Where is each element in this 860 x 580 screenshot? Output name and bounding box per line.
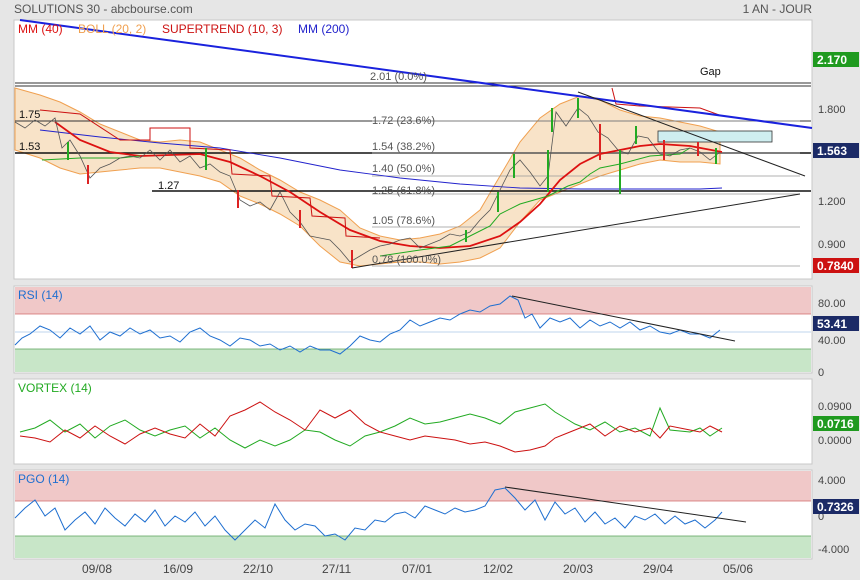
y-tick: 1.200 [818, 196, 846, 208]
y-tick: 0.900 [818, 239, 846, 251]
fib-label: 2.01 (0.0%) [370, 71, 427, 83]
rsi-oversold-zone [15, 349, 811, 372]
y-tick: -4.000 [818, 544, 849, 556]
y-tick: 0.0900 [818, 401, 852, 413]
vortex-panel [13, 378, 813, 465]
chart-canvas: 1.800 1.200 0.900 80.00 40.00 0 0.0900 0… [13, 19, 859, 576]
x-tick: 12/02 [483, 562, 513, 576]
legend-boll: BOLL (20, 2) [78, 22, 146, 36]
x-tick: 05/06 [723, 562, 753, 576]
legend-ma40: MM (40) [18, 22, 63, 36]
vortex-title: VORTEX (14) [18, 381, 92, 395]
rsi-value: 53.41 [817, 317, 847, 331]
current-price: 1.563 [817, 144, 847, 158]
legend-ma200: MM (200) [298, 22, 349, 36]
rsi-title: RSI (14) [18, 288, 63, 302]
y-tick: 40.00 [818, 335, 846, 347]
x-tick: 27/11 [322, 562, 351, 576]
max-value: 2.170 [817, 53, 847, 67]
pgo-title: PGO (14) [18, 472, 69, 486]
x-tick: 16/09 [163, 562, 193, 576]
vortex-value: 0.0716 [817, 417, 854, 431]
x-tick: 22/10 [243, 562, 273, 576]
x-tick: 07/01 [402, 562, 432, 576]
rsi-overbought-zone [15, 287, 811, 314]
fib-label: 1.25 (61.8%) [372, 185, 435, 197]
x-tick: 09/08 [82, 562, 112, 576]
y-tick: 0.0000 [818, 435, 852, 447]
y-tick: 80.00 [818, 298, 846, 310]
fib-label: 0.78 (100.0%) [372, 254, 441, 266]
fib-label: 1.05 (78.6%) [372, 215, 435, 227]
level-175-label: 1.75 [19, 109, 40, 121]
fib-label: 1.54 (38.2%) [372, 141, 435, 153]
y-tick: 1.800 [818, 104, 846, 116]
min-value: 0.7840 [817, 259, 854, 273]
fib-label: 1.40 (50.0%) [372, 163, 435, 175]
pgo-overbought-zone [15, 471, 811, 501]
level-127-label: 1.27 [158, 180, 179, 192]
level-153-label: 1.53 [19, 141, 40, 153]
gap-box [657, 130, 773, 143]
y-tick: 0 [818, 367, 824, 379]
pgo-oversold-zone [15, 536, 811, 558]
pgo-value: 0.7326 [817, 500, 854, 514]
y-tick: 4.000 [818, 475, 846, 487]
gap-label: Gap [700, 66, 721, 78]
x-tick: 29/04 [643, 562, 673, 576]
fib-label: 1.72 (23.6%) [372, 115, 435, 127]
x-tick: 20/03 [563, 562, 593, 576]
legend-supertrend: SUPERTREND (10, 3) [162, 22, 282, 36]
